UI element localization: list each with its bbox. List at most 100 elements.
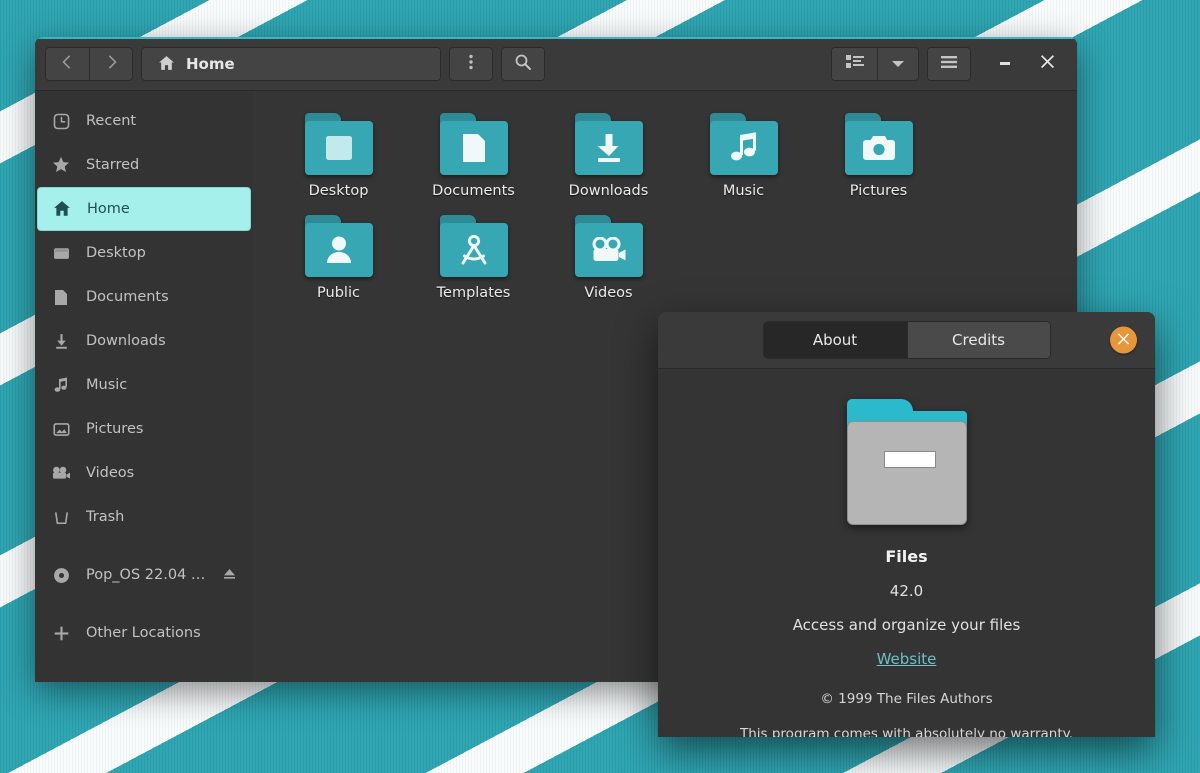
- trash-icon: [51, 507, 71, 527]
- camera-glyph-icon: [845, 121, 913, 175]
- file-name: Pictures: [849, 183, 908, 199]
- disc-icon: [51, 565, 71, 585]
- star-icon: [51, 155, 71, 175]
- app-version: 42.0: [889, 582, 924, 600]
- sidebar-item-videos[interactable]: Videos: [37, 451, 251, 495]
- chevron-left-icon: [60, 54, 76, 74]
- sidebar-item-trash[interactable]: Trash: [37, 495, 251, 539]
- folder-icon: [304, 113, 373, 175]
- website-link[interactable]: Website: [877, 650, 937, 668]
- file-name: Templates: [436, 285, 511, 301]
- folder-icon: [844, 113, 913, 175]
- sidebar-item-home[interactable]: Home: [37, 187, 251, 231]
- music-icon: [51, 375, 71, 395]
- view-options-dropdown-button[interactable]: [877, 46, 919, 81]
- sidebar-item-label: Starred: [86, 157, 140, 173]
- eject-icon[interactable]: [222, 566, 237, 585]
- minimize-icon: [997, 54, 1013, 73]
- file-name: Desktop: [308, 183, 369, 199]
- sidebar-item-label: Pop_OS 22.04 a...: [86, 567, 207, 583]
- warranty-text: This program comes with absolutely no wa…: [684, 725, 1128, 737]
- sidebar-item-label: Downloads: [86, 333, 166, 349]
- sidebar-item-pictures[interactable]: Pictures: [37, 407, 251, 451]
- main-menu-button[interactable]: [927, 46, 971, 81]
- hamburger-menu-icon: [940, 54, 958, 73]
- sidebar-separator: [35, 539, 253, 553]
- sidebar-item-pop-os-drive[interactable]: Pop_OS 22.04 a...: [37, 553, 251, 597]
- desktop-icon: [51, 243, 71, 263]
- about-dialog-tabs: About Credits: [762, 321, 1051, 359]
- sidebar-separator: [35, 597, 253, 611]
- tab-about[interactable]: About: [763, 322, 907, 358]
- sidebar-item-desktop[interactable]: Desktop: [37, 231, 251, 275]
- sidebar: Recent Starred Home Desktop Documents Do…: [35, 91, 253, 682]
- templates-glyph-icon: [440, 223, 508, 277]
- path-bar[interactable]: Home: [141, 46, 441, 81]
- sidebar-item-documents[interactable]: Documents: [37, 275, 251, 319]
- app-name: Files: [885, 547, 928, 566]
- three-dots-vertical-icon: [464, 53, 478, 75]
- download-glyph-icon: [575, 121, 643, 175]
- about-dialog-close-button[interactable]: [1110, 326, 1137, 354]
- folder-icon: [439, 113, 508, 175]
- view-list-button[interactable]: [831, 46, 877, 81]
- app-description: Access and organize your files: [792, 616, 1021, 634]
- sidebar-item-label: Other Locations: [86, 625, 201, 641]
- file-item-public[interactable]: Public: [271, 209, 406, 311]
- sidebar-item-label: Trash: [86, 509, 125, 525]
- sidebar-item-downloads[interactable]: Downloads: [37, 319, 251, 363]
- forward-button[interactable]: [89, 46, 133, 81]
- folder-icon: [709, 113, 778, 175]
- close-icon: [1040, 54, 1055, 73]
- file-name: Public: [317, 285, 360, 301]
- files-app-icon: [842, 399, 972, 525]
- chevron-right-icon: [103, 54, 119, 74]
- camcorder-glyph-icon: [575, 223, 643, 277]
- file-item-pictures[interactable]: Pictures: [811, 107, 946, 209]
- folder-icon: [439, 215, 508, 277]
- file-item-downloads[interactable]: Downloads: [541, 107, 676, 209]
- file-item-templates[interactable]: Templates: [406, 209, 541, 311]
- file-item-desktop[interactable]: Desktop: [271, 107, 406, 209]
- sidebar-item-label: Videos: [86, 465, 135, 481]
- folder-icon: [574, 113, 643, 175]
- sidebar-item-starred[interactable]: Starred: [37, 143, 251, 187]
- page-glyph-icon: [440, 121, 508, 175]
- sidebar-item-label: Documents: [86, 289, 169, 305]
- folder-icon: [574, 215, 643, 277]
- search-button[interactable]: [501, 46, 545, 81]
- file-name: Downloads: [568, 183, 649, 199]
- window-headerbar: Home: [35, 37, 1077, 91]
- file-name: Videos: [584, 285, 633, 301]
- home-icon: [156, 54, 176, 74]
- about-dialog: About Credits Files 42.0 Access and orga…: [658, 312, 1155, 737]
- file-name: Documents: [432, 183, 515, 199]
- file-name: Music: [722, 183, 765, 199]
- picture-icon: [51, 419, 71, 439]
- sidebar-item-recent[interactable]: Recent: [37, 99, 251, 143]
- path-label: Home: [186, 54, 235, 73]
- back-button[interactable]: [45, 46, 89, 81]
- file-item-videos[interactable]: Videos: [541, 209, 676, 311]
- sidebar-item-music[interactable]: Music: [37, 363, 251, 407]
- minimize-button[interactable]: [985, 44, 1025, 84]
- file-item-documents[interactable]: Documents: [406, 107, 541, 209]
- options-menu-button[interactable]: [449, 46, 493, 81]
- note-glyph-icon: [710, 121, 778, 175]
- sidebar-item-other-locations[interactable]: Other Locations: [37, 611, 251, 655]
- chevron-down-icon: [891, 54, 905, 73]
- view-mode-group: [831, 46, 919, 81]
- sidebar-item-label: Desktop: [86, 245, 146, 261]
- download-icon: [51, 331, 71, 351]
- tab-credits[interactable]: Credits: [906, 322, 1050, 358]
- view-list-icon: [845, 54, 864, 73]
- close-button[interactable]: [1027, 44, 1067, 84]
- about-dialog-body: Files 42.0 Access and organize your file…: [658, 369, 1155, 737]
- person-glyph-icon: [305, 223, 373, 277]
- warranty-line-1: This program comes with absolutely no wa…: [739, 726, 1074, 737]
- sidebar-item-label: Recent: [86, 113, 137, 129]
- copyright-text: © 1999 The Files Authors: [820, 691, 993, 707]
- file-item-music[interactable]: Music: [676, 107, 811, 209]
- video-icon: [51, 463, 71, 483]
- search-icon: [514, 53, 532, 75]
